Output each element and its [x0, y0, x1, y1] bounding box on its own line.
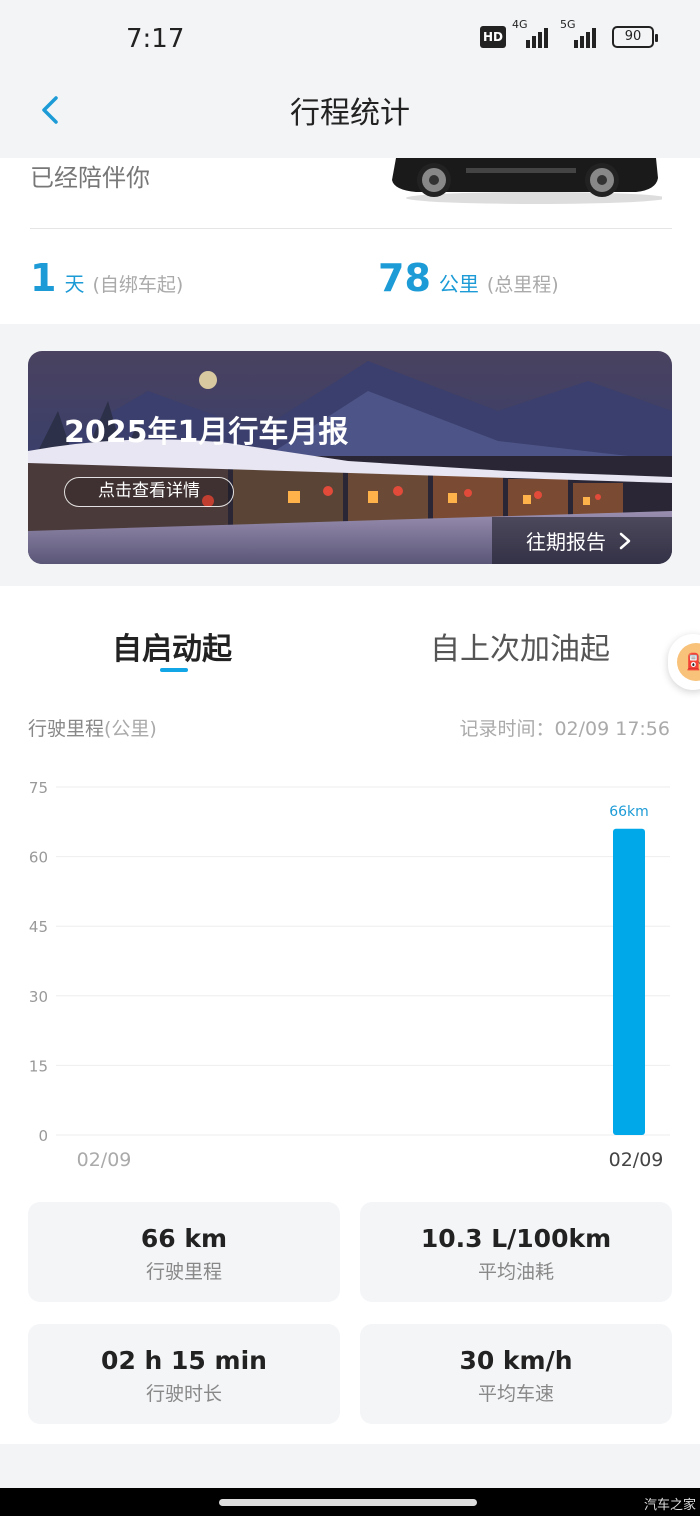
- chart-label-text: 行驶里程: [28, 718, 105, 740]
- metric-label: 行驶时长: [145, 1383, 222, 1405]
- status-icons: HD 4G 5G 90: [480, 18, 659, 48]
- refuel-icon: ⛽: [677, 643, 700, 681]
- signal-4g-icon: 4G: [512, 18, 549, 48]
- metric-value: 30 km/h: [459, 1346, 573, 1375]
- record-time: 记录时间：02/09 17:56: [459, 718, 670, 740]
- days-unit: 天: [64, 272, 85, 296]
- metric-speed: 30 km/h 平均车速: [360, 1324, 672, 1424]
- metric-label: 平均油耗: [477, 1261, 554, 1283]
- tab-since-start[interactable]: 自启动起: [112, 624, 232, 668]
- status-bar: 7:17 HD 4G 5G 90: [0, 0, 700, 80]
- x-tick-label: 02/09: [609, 1149, 664, 1171]
- metric-duration: 02 h 15 min 行驶时长: [28, 1324, 340, 1424]
- page-title: 行程统计: [290, 96, 410, 131]
- bar: [613, 828, 645, 1135]
- trip-stats-card: 自启动起 自上次加油起 ⛽ 行驶里程(公里) 记录时间：02/09 17:56 …: [0, 586, 700, 1444]
- metric-value: 66 km: [140, 1224, 228, 1253]
- monthly-report-banner[interactable]: 2025年1月行车月报 点击查看详情 往期报告: [28, 351, 672, 564]
- chevron-right-icon: [619, 532, 631, 549]
- y-tick-label: 60: [29, 849, 48, 867]
- refuel-float-button[interactable]: ⛽: [668, 634, 700, 690]
- y-tick-label: 45: [29, 918, 48, 936]
- banner-title: 2025年1月行车月报: [64, 415, 349, 450]
- home-indicator[interactable]: [219, 1499, 477, 1506]
- chart-label: 行驶里程(公里): [28, 714, 157, 741]
- status-time: 7:17: [126, 24, 185, 54]
- mileage-chart: 0 15 30 45 60 75 66km 02/09 02/09: [29, 779, 670, 1171]
- battery-icon: 90: [612, 26, 659, 48]
- x-tick-label: 02/09: [77, 1149, 132, 1171]
- metric-label: 行驶里程: [145, 1261, 222, 1283]
- y-tick-label: 0: [38, 1127, 48, 1145]
- hd-call-icon: HD: [480, 26, 507, 48]
- days-note: (自绑车起): [92, 274, 184, 296]
- history-reports-label: 往期报告: [526, 530, 606, 554]
- metric-label: 平均车速: [477, 1383, 554, 1405]
- companion-text: 已经陪伴你: [30, 164, 150, 192]
- summary-card: 已经陪伴你 1 天 (自绑车起) 78 公里 (总里程): [0, 158, 700, 324]
- metric-value: 10.3 L/100km: [420, 1224, 612, 1253]
- signal-5g-icon: 5G: [560, 18, 597, 48]
- km-unit: 公里: [438, 272, 479, 296]
- days-stat: 1 天 (自绑车起): [30, 256, 183, 300]
- km-note: (总里程): [486, 274, 559, 296]
- car-image: [392, 158, 662, 204]
- watermark: 汽车之家: [643, 1498, 696, 1513]
- history-reports-link[interactable]: 往期报告: [492, 517, 672, 564]
- y-tick-label: 30: [29, 988, 48, 1006]
- metric-fuel: 10.3 L/100km 平均油耗: [360, 1202, 672, 1302]
- metric-value: 02 h 15 min: [101, 1346, 267, 1375]
- days-value: 1: [30, 256, 57, 300]
- view-details-button[interactable]: 点击查看详情: [64, 477, 234, 507]
- km-stat: 78 公里 (总里程): [378, 256, 559, 300]
- nav-bar: 行程统计: [0, 80, 700, 158]
- tab-underline: [160, 668, 188, 672]
- metric-mileage: 66 km 行驶里程: [28, 1202, 340, 1302]
- y-tick-label: 15: [29, 1057, 48, 1075]
- tab-since-refuel[interactable]: 自上次加油起: [430, 624, 610, 668]
- y-tick-label: 75: [29, 779, 48, 797]
- bar-value-label: 66km: [609, 804, 649, 820]
- chart-label-unit: (公里): [104, 718, 157, 740]
- divider: [30, 228, 672, 229]
- system-nav-bar: 汽车之家: [0, 1488, 700, 1516]
- km-value: 78: [378, 256, 431, 300]
